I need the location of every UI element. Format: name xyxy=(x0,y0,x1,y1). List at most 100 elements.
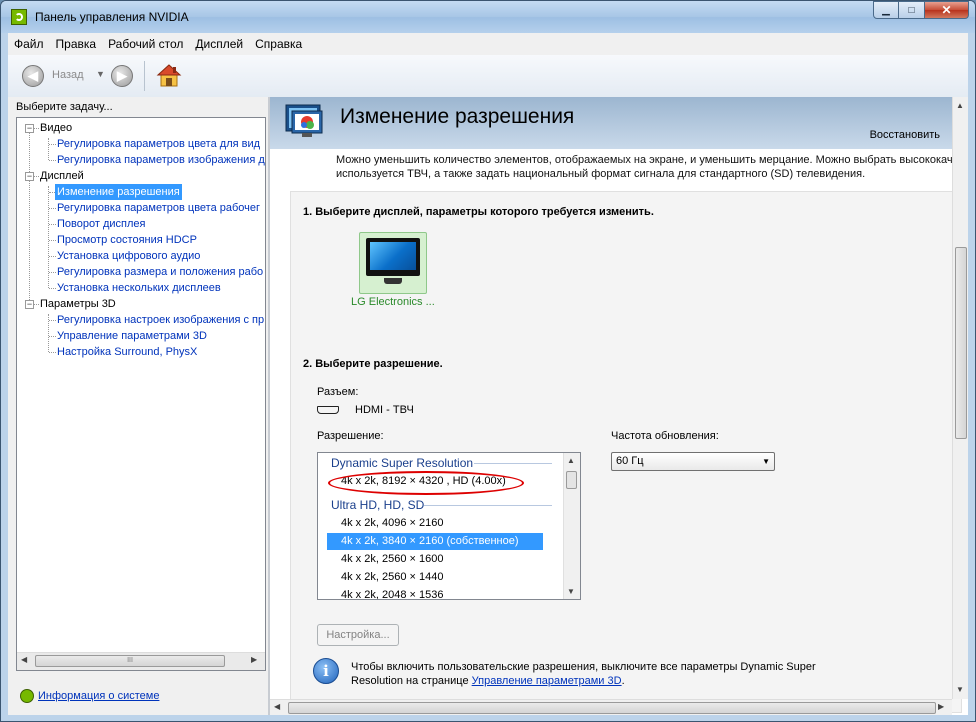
resolution-item[interactable]: 4k x 2k, 4096 × 2160 xyxy=(339,515,547,532)
task-pane: Выберите задачу... − Видео Регулировка п… xyxy=(8,97,268,715)
menu-bar: Файл Правка Рабочий стол Дисплей Справка xyxy=(8,33,968,55)
resolution-scroll-thumb[interactable] xyxy=(566,471,577,489)
tree-item-manage-3d[interactable]: Управление параметрами 3D xyxy=(57,328,207,344)
maximize-button[interactable]: □ xyxy=(899,1,925,19)
content-scroll-thumb[interactable] xyxy=(955,247,967,439)
group-divider xyxy=(424,505,552,506)
toolbar-separator xyxy=(144,61,145,91)
monitor-stand xyxy=(384,278,402,284)
restore-defaults-link[interactable]: Восстановить xyxy=(870,129,940,141)
scroll-left-icon[interactable]: ◀ xyxy=(21,655,27,664)
chevron-down-icon: ▼ xyxy=(762,457,770,466)
scroll-left-icon[interactable]: ◀ xyxy=(274,702,280,711)
minimize-button[interactable]: ▁ xyxy=(873,1,899,19)
menu-file[interactable]: Файл xyxy=(8,37,50,51)
resolution-list-scrollbar[interactable]: ▲ ▼ xyxy=(563,453,580,599)
page-description: Можно уменьшить количество элементов, от… xyxy=(336,153,956,181)
system-info-link[interactable]: Информация о системе xyxy=(38,690,159,702)
display-name[interactable]: LG Electronics ... xyxy=(351,296,435,308)
tree-item-multiple-displays[interactable]: Установка нескольких дисплеев xyxy=(57,280,221,296)
tree-connector xyxy=(34,128,39,129)
resolution-item[interactable]: 4k x 2k, 2560 × 1600 xyxy=(339,551,547,568)
nvidia-logo-icon xyxy=(11,9,27,25)
scroll-down-icon[interactable]: ▼ xyxy=(567,587,575,596)
toolbar: ◀ Назад ▼ ▶ xyxy=(8,55,968,98)
back-label[interactable]: Назад xyxy=(52,69,84,81)
tree-item-hdcp-status[interactable]: Просмотр состояния HDCP xyxy=(57,232,197,248)
task-tree: − Видео Регулировка параметров цвета для… xyxy=(16,117,266,671)
scroll-down-icon[interactable]: ▼ xyxy=(956,685,964,694)
menu-display[interactable]: Дисплей xyxy=(189,37,249,51)
info-tail: . xyxy=(621,675,625,687)
tree-horizontal-scrollbar[interactable]: ◀ III ▶ xyxy=(17,652,265,670)
resolution-item[interactable]: 4k x 2k, 2560 × 1440 xyxy=(339,569,547,586)
window-controls: ▁ □ ✕ xyxy=(873,1,969,21)
tree-connector xyxy=(48,138,49,160)
expander-display[interactable]: − xyxy=(25,172,34,181)
scroll-up-icon[interactable]: ▲ xyxy=(567,456,575,465)
refresh-rate-value: 60 Гц xyxy=(616,455,644,467)
content-vertical-scrollbar[interactable]: ▲ ▼ xyxy=(952,97,968,699)
scroll-right-icon[interactable]: ▶ xyxy=(938,702,944,711)
tree-item-video-image[interactable]: Регулировка параметров изображения д xyxy=(57,152,265,168)
expander-3d[interactable]: − xyxy=(25,300,34,309)
history-dropdown-icon[interactable]: ▼ xyxy=(96,69,105,79)
tree-connector xyxy=(49,160,56,161)
tree-item-desktop-color[interactable]: Регулировка параметров цвета рабочег xyxy=(57,200,260,216)
tree-item-surround-physx[interactable]: Настройка Surround, PhysX xyxy=(57,344,197,360)
window-client-area: Файл Правка Рабочий стол Дисплей Справка… xyxy=(8,33,968,715)
customize-button[interactable]: Настройка... xyxy=(317,624,399,646)
tree-connector xyxy=(49,240,56,241)
content-horizontal-scrollbar[interactable]: ◀ ▶ xyxy=(270,699,952,715)
tree-category-display[interactable]: Дисплей xyxy=(40,168,84,184)
home-icon[interactable] xyxy=(156,63,182,89)
tree-item-rotate-display[interactable]: Поворот дисплея xyxy=(57,216,145,232)
resolution-page-icon xyxy=(285,104,323,137)
group-dsr: Dynamic Super Resolution xyxy=(331,456,474,470)
description-line-1: Можно уменьшить количество элементов, от… xyxy=(336,154,953,166)
resolution-item-selected[interactable]: 4k x 2k, 3840 × 2160 (собственное) xyxy=(327,533,543,550)
expander-video[interactable]: − xyxy=(25,124,34,133)
page-title: Изменение разрешения xyxy=(340,105,575,128)
forward-arrow-icon[interactable]: ▶ xyxy=(111,65,133,87)
page-header: Изменение разрешения Восстановить xyxy=(270,97,952,150)
scroll-right-icon[interactable]: ▶ xyxy=(251,655,257,664)
resolution-label: Разрешение: xyxy=(317,430,384,442)
resolution-item[interactable]: 4k x 2k, 2048 × 1536 xyxy=(339,587,547,599)
system-info-icon xyxy=(20,689,34,703)
menu-help[interactable]: Справка xyxy=(249,37,308,51)
resolution-listbox[interactable]: Dynamic Super Resolution 4k x 2k, 8192 ×… xyxy=(317,452,581,600)
page-content: Можно уменьшить количество элементов, от… xyxy=(270,149,962,713)
content-pane: Изменение разрешения Восстановить Можно … xyxy=(270,97,968,715)
tree-item-change-resolution[interactable]: Изменение разрешения xyxy=(55,184,182,200)
tree-category-3d[interactable]: Параметры 3D xyxy=(40,296,116,312)
tree-item-desktop-size[interactable]: Регулировка размера и положения рабо xyxy=(57,264,263,280)
close-button[interactable]: ✕ xyxy=(925,1,969,19)
title-bar[interactable]: Панель управления NVIDIA ▁ □ ✕ xyxy=(1,1,975,33)
tree-item-digital-audio[interactable]: Установка цифрового аудио xyxy=(57,248,200,264)
manage-3d-link[interactable]: Управление параметрами 3D xyxy=(472,675,622,687)
refresh-rate-select[interactable]: 60 Гц ▼ xyxy=(611,452,775,471)
monitor-screen xyxy=(370,242,416,270)
tree-connector xyxy=(49,352,56,353)
hdmi-icon xyxy=(317,406,339,414)
menu-edit[interactable]: Правка xyxy=(50,37,103,51)
tree-connector xyxy=(49,256,56,257)
info-message: Чтобы включить пользовательские разрешен… xyxy=(351,660,851,688)
menu-desktop[interactable]: Рабочий стол xyxy=(102,37,189,51)
step-1-heading: 1. Выберите дисплей, параметры которого … xyxy=(303,206,654,218)
monitor-icon xyxy=(366,238,420,284)
display-tile-lg[interactable] xyxy=(359,232,427,294)
tree-category-video[interactable]: Видео xyxy=(40,120,72,136)
scroll-up-icon[interactable]: ▲ xyxy=(956,101,964,110)
content-hscroll-thumb[interactable] xyxy=(288,702,936,714)
tree-connector xyxy=(29,130,30,300)
connector-value: HDMI - ТВЧ xyxy=(355,404,414,416)
tree-connector xyxy=(49,320,56,321)
back-arrow-icon[interactable]: ◀ xyxy=(22,65,44,87)
tree-scroll-thumb[interactable]: III xyxy=(35,655,225,667)
tree-item-video-color[interactable]: Регулировка параметров цвета для вид xyxy=(57,136,260,152)
tree-item-3d-preview[interactable]: Регулировка настроек изображения с пр xyxy=(57,312,264,328)
group-divider xyxy=(474,463,552,464)
tree-connector xyxy=(49,208,56,209)
